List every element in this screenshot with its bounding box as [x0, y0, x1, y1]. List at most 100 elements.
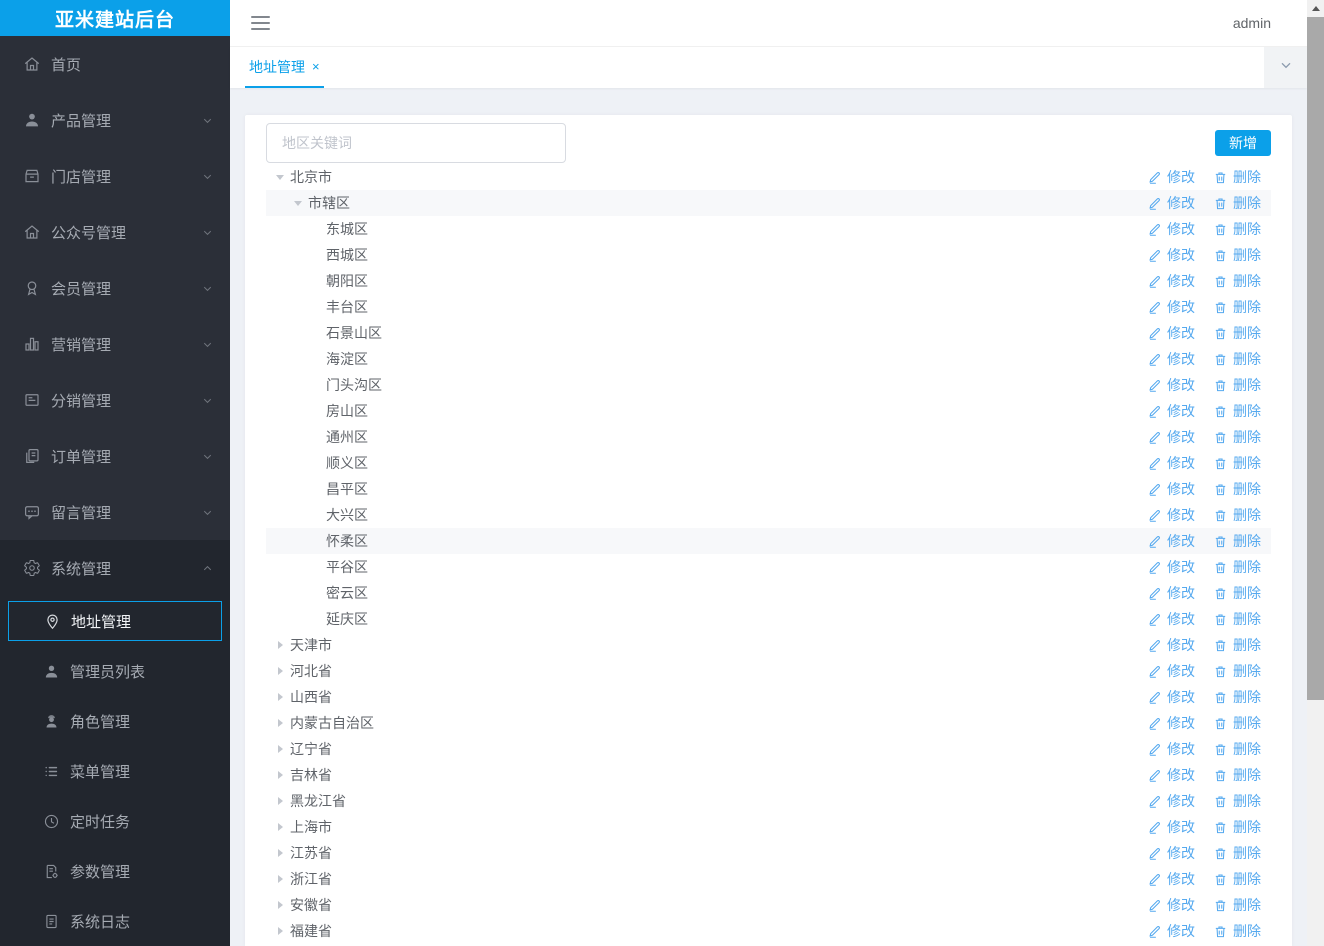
edit-action[interactable]: 修改 — [1147, 349, 1195, 369]
edit-action[interactable]: 修改 — [1147, 687, 1195, 707]
delete-action[interactable]: 删除 — [1213, 453, 1261, 473]
edit-action[interactable]: 修改 — [1147, 713, 1195, 733]
delete-action[interactable]: 删除 — [1213, 765, 1261, 785]
delete-action[interactable]: 删除 — [1213, 713, 1261, 733]
tree-row[interactable]: 内蒙古自治区 修改 删除 — [266, 710, 1271, 736]
tree-row[interactable]: 北京市 修改 删除 — [266, 164, 1271, 190]
tab-address-management[interactable]: 地址管理 × — [245, 47, 324, 88]
delete-action[interactable]: 删除 — [1213, 739, 1261, 759]
edit-action[interactable]: 修改 — [1147, 895, 1195, 915]
expand-arrow-icon[interactable] — [276, 900, 285, 910]
tree-row[interactable]: 福建省 修改 删除 — [266, 918, 1271, 944]
tree-row[interactable]: 江苏省 修改 删除 — [266, 840, 1271, 866]
expand-arrow-icon[interactable] — [276, 666, 285, 676]
tab-close-icon[interactable]: × — [312, 60, 320, 73]
delete-action[interactable]: 删除 — [1213, 401, 1261, 421]
delete-action[interactable]: 删除 — [1213, 843, 1261, 863]
delete-action[interactable]: 删除 — [1213, 661, 1261, 681]
expand-arrow-icon[interactable] — [276, 926, 285, 936]
tree-row[interactable]: 怀柔区 修改 删除 — [266, 528, 1271, 554]
sidebar-item-orders[interactable]: 订单管理 — [0, 428, 230, 484]
sidebar-item-home[interactable]: 首页 — [0, 36, 230, 92]
tree-row[interactable]: 大兴区 修改 删除 — [266, 502, 1271, 528]
edit-action[interactable]: 修改 — [1147, 323, 1195, 343]
edit-action[interactable]: 修改 — [1147, 583, 1195, 603]
delete-action[interactable]: 删除 — [1213, 271, 1261, 291]
region-keyword-input[interactable] — [266, 123, 566, 163]
edit-action[interactable]: 修改 — [1147, 167, 1195, 187]
delete-action[interactable]: 删除 — [1213, 167, 1261, 187]
edit-action[interactable]: 修改 — [1147, 453, 1195, 473]
edit-action[interactable]: 修改 — [1147, 817, 1195, 837]
sidebar-item-products[interactable]: 产品管理 — [0, 92, 230, 148]
expand-arrow-icon[interactable] — [276, 718, 285, 728]
delete-action[interactable]: 删除 — [1213, 323, 1261, 343]
add-button[interactable]: 新增 — [1215, 130, 1271, 156]
sidebar-item-cron[interactable]: 定时任务 — [0, 796, 230, 846]
delete-action[interactable]: 删除 — [1213, 193, 1261, 213]
tree-row[interactable]: 丰台区 修改 删除 — [266, 294, 1271, 320]
delete-action[interactable]: 删除 — [1213, 583, 1261, 603]
sidebar-item-params[interactable]: 参数管理 — [0, 846, 230, 896]
edit-action[interactable]: 修改 — [1147, 271, 1195, 291]
tree-row[interactable]: 密云区 修改 删除 — [266, 580, 1271, 606]
sidebar-item-menus[interactable]: 菜单管理 — [0, 746, 230, 796]
sidebar-item-system[interactable]: 系统管理 — [0, 540, 230, 596]
expand-arrow-icon[interactable] — [276, 692, 285, 702]
edit-action[interactable]: 修改 — [1147, 791, 1195, 811]
sidebar-item-logs[interactable]: 系统日志 — [0, 896, 230, 946]
delete-action[interactable]: 删除 — [1213, 505, 1261, 525]
edit-action[interactable]: 修改 — [1147, 375, 1195, 395]
delete-action[interactable]: 删除 — [1213, 557, 1261, 577]
edit-action[interactable]: 修改 — [1147, 921, 1195, 941]
edit-action[interactable]: 修改 — [1147, 427, 1195, 447]
menu-toggle-button[interactable] — [251, 16, 270, 30]
sidebar-item-distribution[interactable]: 分销管理 — [0, 372, 230, 428]
collapse-arrow-icon[interactable] — [276, 173, 285, 182]
collapse-arrow-icon[interactable] — [294, 199, 303, 208]
edit-action[interactable]: 修改 — [1147, 661, 1195, 681]
user-menu[interactable]: admin — [1233, 15, 1271, 31]
tree-row[interactable]: 房山区 修改 删除 — [266, 398, 1271, 424]
sidebar-item-roles[interactable]: 角色管理 — [0, 696, 230, 746]
expand-arrow-icon[interactable] — [276, 796, 285, 806]
tree-row[interactable]: 天津市 修改 删除 — [266, 632, 1271, 658]
delete-action[interactable]: 删除 — [1213, 895, 1261, 915]
edit-action[interactable]: 修改 — [1147, 193, 1195, 213]
delete-action[interactable]: 删除 — [1213, 349, 1261, 369]
delete-action[interactable]: 删除 — [1213, 427, 1261, 447]
edit-action[interactable]: 修改 — [1147, 245, 1195, 265]
edit-action[interactable]: 修改 — [1147, 635, 1195, 655]
tree-row[interactable]: 河北省 修改 删除 — [266, 658, 1271, 684]
delete-action[interactable]: 删除 — [1213, 479, 1261, 499]
sidebar-item-admin-list[interactable]: 管理员列表 — [0, 646, 230, 696]
tree-row[interactable]: 延庆区 修改 删除 — [266, 606, 1271, 632]
edit-action[interactable]: 修改 — [1147, 869, 1195, 889]
edit-action[interactable]: 修改 — [1147, 479, 1195, 499]
tree-row[interactable]: 朝阳区 修改 删除 — [266, 268, 1271, 294]
delete-action[interactable]: 删除 — [1213, 869, 1261, 889]
edit-action[interactable]: 修改 — [1147, 401, 1195, 421]
tabs-dropdown-button[interactable] — [1264, 47, 1307, 88]
tree-row[interactable]: 上海市 修改 删除 — [266, 814, 1271, 840]
delete-action[interactable]: 删除 — [1213, 921, 1261, 941]
tree-row[interactable]: 石景山区 修改 删除 — [266, 320, 1271, 346]
delete-action[interactable]: 删除 — [1213, 609, 1261, 629]
tree-row[interactable]: 通州区 修改 删除 — [266, 424, 1271, 450]
expand-arrow-icon[interactable] — [276, 770, 285, 780]
tree-row[interactable]: 平谷区 修改 删除 — [266, 554, 1271, 580]
tree-row[interactable]: 昌平区 修改 删除 — [266, 476, 1271, 502]
edit-action[interactable]: 修改 — [1147, 739, 1195, 759]
tree-row[interactable]: 顺义区 修改 删除 — [266, 450, 1271, 476]
sidebar-item-wechat[interactable]: 公众号管理 — [0, 204, 230, 260]
tree-row[interactable]: 吉林省 修改 删除 — [266, 762, 1271, 788]
tree-row[interactable]: 山西省 修改 删除 — [266, 684, 1271, 710]
delete-action[interactable]: 删除 — [1213, 219, 1261, 239]
tree-row[interactable]: 海淀区 修改 删除 — [266, 346, 1271, 372]
edit-action[interactable]: 修改 — [1147, 557, 1195, 577]
tree-row[interactable]: 安徽省 修改 删除 — [266, 892, 1271, 918]
tree-row[interactable]: 市辖区 修改 删除 — [266, 190, 1271, 216]
expand-arrow-icon[interactable] — [276, 822, 285, 832]
tree-row[interactable]: 东城区 修改 删除 — [266, 216, 1271, 242]
edit-action[interactable]: 修改 — [1147, 765, 1195, 785]
